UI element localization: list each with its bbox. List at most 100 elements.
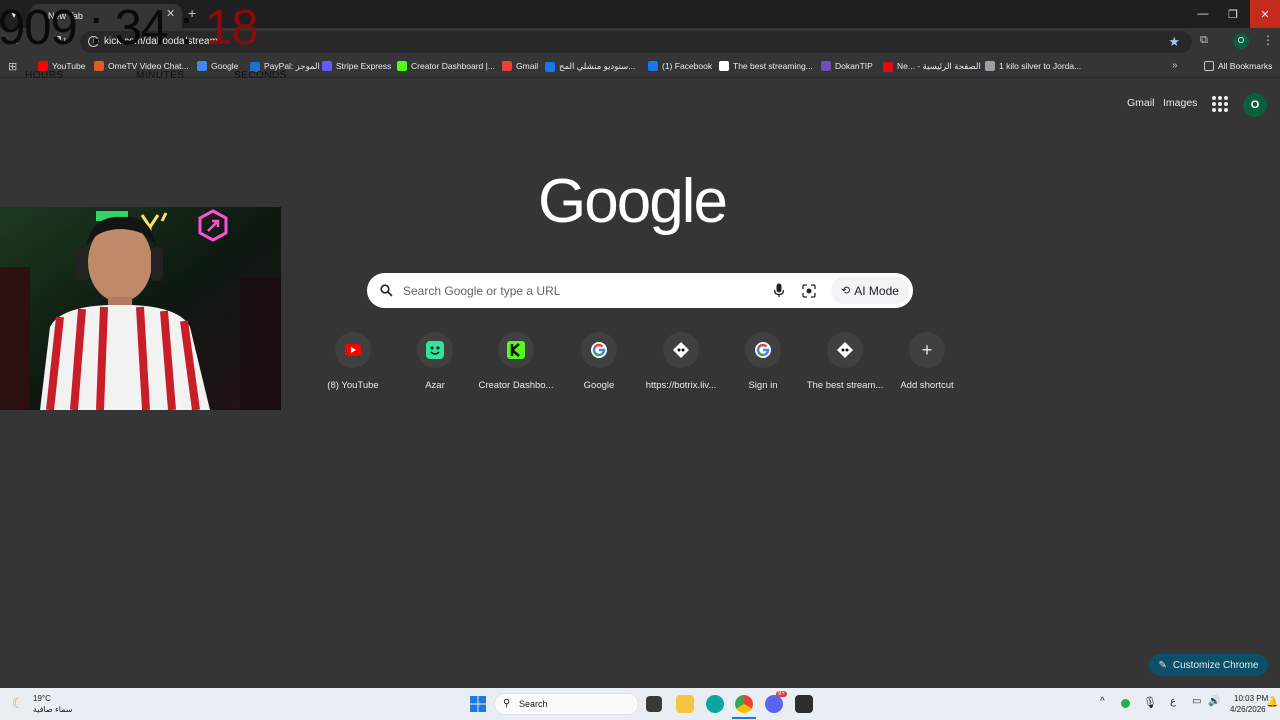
timer-minutes: 34	[114, 1, 169, 55]
more-bookmarks-icon[interactable]: »	[1172, 60, 1178, 71]
shortcut-tile[interactable]: The best stream...	[804, 332, 886, 391]
streamer-webcam-image	[0, 207, 281, 410]
microphone-tray-icon[interactable]: 🎙	[1143, 696, 1157, 709]
bookmark-item[interactable]: Creator Dashboard |...	[397, 61, 495, 71]
shortcut-tile[interactable]: Azar	[394, 332, 476, 391]
shortcut-tile[interactable]: Sign in	[722, 332, 804, 391]
taskbar-search[interactable]: ⚲ Search	[494, 693, 639, 715]
bookmark-star-icon[interactable]: ★	[1168, 34, 1180, 50]
customize-chrome-button[interactable]: ✎ Customize Chrome	[1149, 654, 1268, 676]
weather-description[interactable]: سماء صافية	[33, 705, 73, 714]
minimize-icon[interactable]: —	[1188, 0, 1218, 28]
menu-icon[interactable]: ⋮	[1262, 33, 1274, 47]
bookmark-label: Creator Dashboard |...	[411, 61, 495, 71]
pencil-icon: ✎	[1158, 659, 1167, 671]
edge-icon[interactable]	[706, 695, 724, 713]
notifications-icon[interactable]: 🔔	[1266, 697, 1278, 708]
bookmark-label: Stripe Express	[336, 61, 392, 71]
chrome-active-indicator	[732, 717, 756, 719]
account-avatar[interactable]: O	[1243, 93, 1267, 117]
timer-separator: :	[179, 1, 194, 55]
weather-moon-icon[interactable]: ☾	[12, 695, 25, 712]
timer-seconds-label: SECONDS	[234, 70, 287, 81]
customize-label: Customize Chrome	[1172, 659, 1259, 671]
restore-icon[interactable]: ❐	[1218, 0, 1248, 28]
timer-seconds: 18	[205, 1, 259, 55]
folder-icon	[1204, 61, 1214, 71]
google-apps-icon[interactable]	[1212, 96, 1228, 112]
bookmark-item[interactable]: 1 kilo silver to Jorda...	[985, 61, 1081, 71]
display-icon[interactable]: ▭	[1192, 696, 1201, 707]
extensions-icon[interactable]: ⧉	[1200, 34, 1208, 47]
botrix-icon	[719, 61, 729, 71]
gmail-link[interactable]: Gmail	[1127, 97, 1154, 109]
profile-avatar[interactable]: O	[1233, 33, 1249, 49]
discord-badge: 9+	[776, 691, 787, 697]
apps-grid-icon[interactable]: ⊞	[8, 60, 17, 73]
taskbar-search-icon: ⚲	[503, 698, 511, 709]
language-indicator[interactable]: ع	[1170, 696, 1176, 707]
taskbar: ☾ 19°C سماء صافية ⚲ Search 9+ ^ 🎙 ع ▭ 🔊 …	[0, 688, 1280, 720]
botrix-icon	[663, 332, 699, 368]
add-shortcut-button[interactable]: + Add shortcut	[886, 332, 968, 391]
shortcut-tile[interactable]: https://botrix.liv...	[640, 332, 722, 391]
shortcut-tile[interactable]: Creator Dashbo...	[475, 332, 557, 391]
bookmark-label: Ne... - الصفحة الرئيسية	[897, 61, 981, 71]
meta-icon	[545, 61, 555, 72]
google-icon	[197, 61, 207, 71]
timer-separator: :	[89, 1, 103, 55]
close-window-button[interactable]: ✕	[1250, 0, 1280, 28]
weather-temperature[interactable]: 19°C	[33, 694, 51, 703]
show-hidden-icons[interactable]: ^	[1100, 696, 1105, 707]
shortcut-tile[interactable]: Google	[558, 332, 640, 391]
dokantip-icon	[821, 61, 831, 71]
clock-date[interactable]: 4/26/2026	[1230, 705, 1266, 714]
volume-icon[interactable]: 🔊	[1208, 696, 1220, 707]
windows-start-icon[interactable]	[470, 696, 486, 712]
bookmark-label: ستوديو منشلي المح...	[559, 61, 636, 71]
clock-time[interactable]: 10:03 PM	[1234, 694, 1268, 703]
shortcut-label: Google	[583, 380, 615, 391]
bookmark-item[interactable]: Stripe Express	[322, 61, 391, 71]
search-box[interactable]: Search Google or type a URL ⟲ AI Mode	[367, 273, 913, 308]
bookmark-label: 1 kilo silver to Jorda...	[999, 61, 1082, 71]
bookmarks-bar: ⊞ YouTube OmeTV Video Chat... Google PayPal…	[0, 56, 1280, 78]
bookmark-item[interactable]: DokanTIP	[821, 61, 873, 71]
images-link[interactable]: Images	[1163, 97, 1197, 109]
stripe-icon	[322, 61, 332, 71]
kick-icon	[397, 61, 407, 71]
all-bookmarks[interactable]: All Bookmarks	[1204, 61, 1272, 71]
bookmark-label: Gmail	[516, 61, 539, 71]
bot-app-icon[interactable]	[795, 695, 813, 713]
shortcut-label: Azar	[425, 380, 445, 391]
bookmark-item[interactable]: ستوديو منشلي المح...	[545, 61, 635, 72]
chrome-icon[interactable]	[735, 695, 753, 713]
shortcut-label: The best stream...	[806, 380, 884, 391]
bookmark-item[interactable]: Ne... - الصفحة الرئيسية	[883, 61, 981, 72]
shortcut-label: Sign in	[748, 380, 778, 391]
ai-mode-icon: ⟲	[841, 285, 851, 297]
ai-mode-button[interactable]: ⟲ AI Mode	[831, 277, 909, 304]
task-view-icon[interactable]	[646, 696, 662, 712]
discord-icon[interactable]	[765, 695, 783, 713]
taskbar-search-text: Search	[519, 699, 548, 709]
bookmark-item[interactable]: The best streaming...	[719, 61, 813, 71]
file-explorer-icon[interactable]	[676, 695, 694, 713]
timer-hours: 909	[0, 1, 78, 55]
microphone-icon[interactable]	[773, 283, 785, 298]
bookmark-item[interactable]: Google	[197, 61, 238, 71]
plus-icon: +	[909, 332, 945, 368]
search-input[interactable]: Search Google or type a URL	[403, 284, 560, 298]
ai-mode-label: AI Mode	[854, 283, 899, 298]
shortcut-label: https://botrix.liv...	[645, 380, 717, 391]
shortcut-label: Add shortcut	[900, 380, 954, 391]
bookmark-item[interactable]: (1) Facebook	[648, 61, 712, 71]
google-lens-icon[interactable]	[802, 284, 816, 298]
stream-timer: 909 : 34 : 18	[0, 0, 259, 56]
botrix-icon	[827, 332, 863, 368]
status-green-icon[interactable]	[1121, 699, 1130, 708]
shortcut-tile[interactable]: (8) YouTube	[312, 332, 394, 391]
youtube-icon	[335, 332, 371, 368]
bookmark-item[interactable]: Gmail	[502, 61, 538, 71]
globe-icon	[985, 61, 995, 71]
